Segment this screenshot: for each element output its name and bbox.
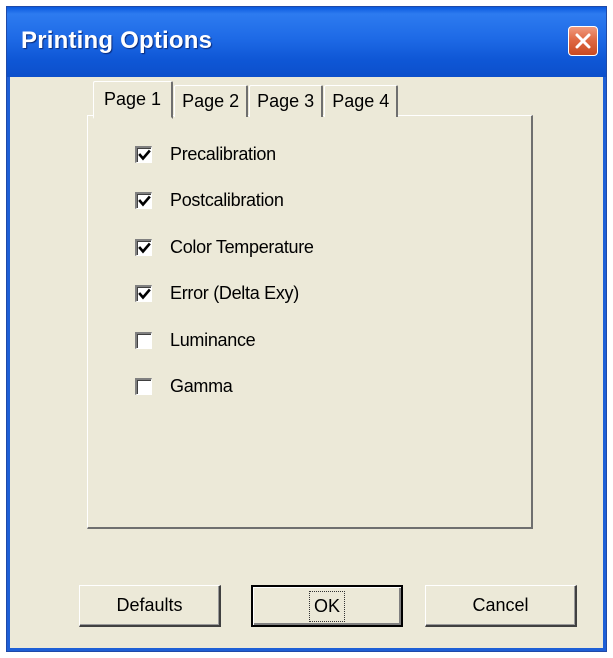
check-icon <box>138 195 151 207</box>
options-list: Precalibration Postcalibration Color Tem… <box>135 131 314 410</box>
tab-label: Page 3 <box>257 91 315 111</box>
ok-button-label: OK <box>308 590 346 622</box>
luminance-checkbox[interactable] <box>135 331 152 349</box>
close-icon <box>575 33 591 49</box>
close-button[interactable] <box>568 26 598 56</box>
ok-button[interactable]: OK <box>251 585 403 627</box>
option-color-temperature[interactable]: Color Temperature <box>135 224 314 271</box>
tab-label: Page 4 <box>332 91 390 111</box>
postcalibration-checkbox[interactable] <box>135 192 152 210</box>
cancel-button-label: Cancel <box>472 595 529 615</box>
title-bar[interactable]: Printing Options <box>7 7 606 77</box>
check-icon <box>138 149 151 161</box>
color-temperature-checkbox[interactable] <box>135 238 152 256</box>
tab-page-4[interactable]: Page 4 <box>324 85 399 117</box>
option-precalibration[interactable]: Precalibration <box>135 131 314 178</box>
defaults-button[interactable]: Defaults <box>79 585 221 627</box>
tab-label: Page 1 <box>104 89 162 109</box>
error-delta-exy-checkbox[interactable] <box>135 285 152 303</box>
check-icon <box>138 288 151 300</box>
option-label: Postcalibration <box>170 190 284 211</box>
option-luminance[interactable]: Luminance <box>135 317 314 364</box>
gamma-checkbox[interactable] <box>135 378 152 396</box>
option-label: Color Temperature <box>170 236 314 257</box>
option-postcalibration[interactable]: Postcalibration <box>135 178 314 225</box>
option-gamma[interactable]: Gamma <box>135 364 314 411</box>
printing-options-dialog: Printing Options Page 1 Page 2 Page 3 Pa… <box>6 6 607 652</box>
precalibration-checkbox[interactable] <box>135 145 152 163</box>
cancel-button[interactable]: Cancel <box>425 585 577 627</box>
defaults-button-label: Defaults <box>116 595 183 615</box>
option-error-delta-exy[interactable]: Error (Delta Exy) <box>135 271 314 318</box>
tab-label: Page 2 <box>182 91 240 111</box>
option-label: Precalibration <box>170 143 276 164</box>
tab-page-1[interactable]: Page 1 <box>93 81 174 119</box>
tab-page-2[interactable]: Page 2 <box>174 85 249 117</box>
option-label: Gamma <box>170 376 233 397</box>
tab-page-3[interactable]: Page 3 <box>249 85 324 117</box>
tab-strip: Page 1 Page 2 Page 3 Page 4 <box>93 77 399 119</box>
option-label: Error (Delta Exy) <box>170 283 299 304</box>
dialog-title: Printing Options <box>21 27 213 54</box>
check-icon <box>138 242 151 254</box>
option-label: Luminance <box>170 329 256 350</box>
